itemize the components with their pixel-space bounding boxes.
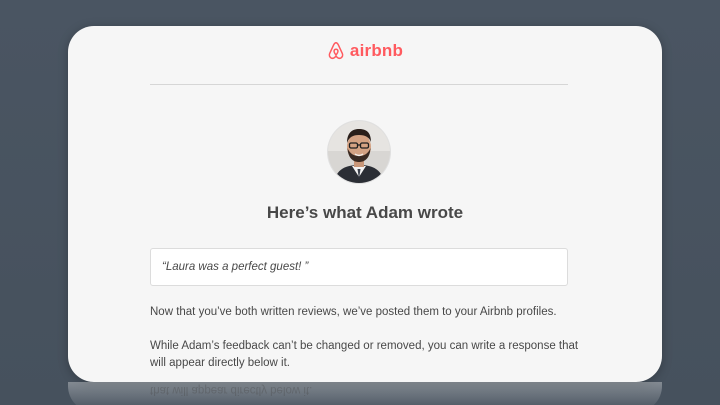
reviews-posted-text: Now that you’ve both written reviews, we…	[150, 306, 557, 318]
screen-background: airbnb Here’s what Adam wrote “Laura was…	[0, 0, 720, 405]
review-heading: Here’s what Adam wrote	[266, 203, 464, 222]
airbnb-belo-icon	[328, 42, 344, 60]
airbnb-logo[interactable]: airbnb	[68, 38, 662, 64]
review-quote: “Laura was a perfect guest! ”	[162, 261, 309, 273]
header-divider	[150, 84, 568, 85]
reviewer-photo	[328, 121, 390, 183]
airbnb-wordmark: airbnb	[349, 41, 404, 60]
reviewer-avatar	[328, 121, 390, 183]
response-info-text: While Adam’s feedback can’t be changed o…	[150, 340, 579, 369]
card-reflection: that will appear directly below it.	[68, 382, 662, 405]
review-quote-box: “Laura was a perfect guest! ”	[150, 248, 568, 286]
reflection-text: that will appear directly below it.	[150, 384, 313, 396]
email-card: airbnb Here’s what Adam wrote “Laura was…	[68, 26, 662, 382]
